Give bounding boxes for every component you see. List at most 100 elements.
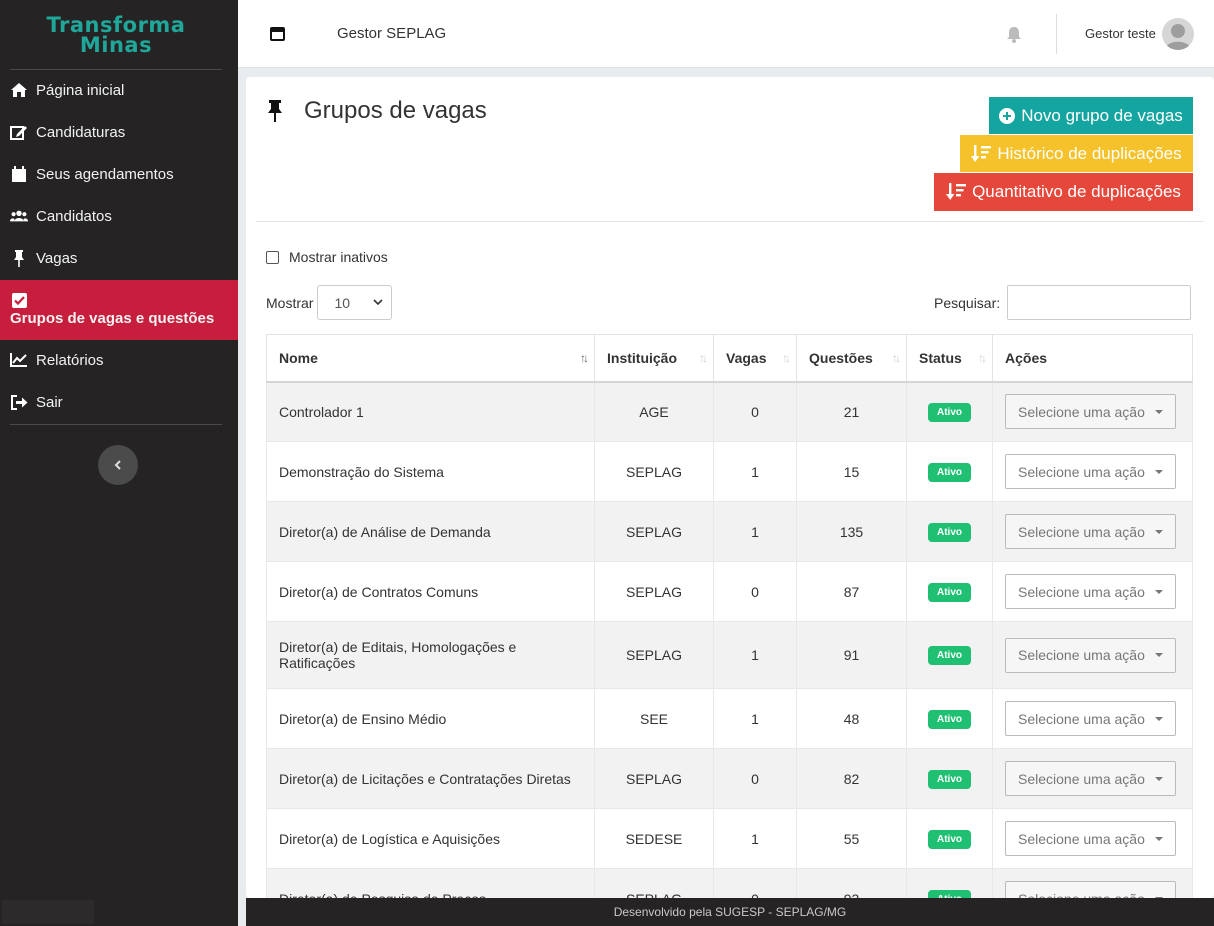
action-select-label: Selecione uma ação	[1018, 523, 1145, 540]
sidebar-item-relatorios[interactable]: Relatórios	[0, 340, 238, 382]
groups-table: Nome ↑↓ Instituição ↑↓ Vagas ↑↓ Questões ↑↓ …	[266, 334, 1193, 898]
cell-acoes: Selecione uma ação	[992, 501, 1193, 562]
action-select[interactable]: Selecione uma ação	[1005, 514, 1176, 549]
logo[interactable]: Transforma Minas	[10, 0, 222, 70]
cell-instituicao: SEPLAG	[594, 868, 714, 898]
users-icon	[10, 207, 28, 225]
page-title: Grupos de vagas	[266, 97, 487, 125]
cell-vagas: 1	[713, 808, 797, 869]
sidebar-item-sair[interactable]: Sair	[0, 382, 238, 424]
search-input[interactable]	[1007, 285, 1192, 320]
sidebar-item-pagina-inicial[interactable]: Página inicial	[0, 70, 238, 112]
thumbtack-icon	[10, 249, 28, 267]
topbar: Gestor SEPLAG Gestor teste	[238, 0, 1214, 68]
sidebar-item-candidatos[interactable]: Candidatos	[0, 196, 238, 238]
cell-vagas: 1	[713, 441, 797, 502]
footer-text: Desenvolvido pela SUGESP - SEPLAG/MG	[613, 905, 847, 919]
history-button[interactable]: Histórico de duplicações	[960, 135, 1193, 172]
cell-nome: Diretor(a) de Logística e Aquisições	[266, 808, 595, 869]
action-select-label: Selecione uma ação	[1018, 403, 1145, 420]
column-header-instituicao[interactable]: Instituição ↑↓	[594, 334, 714, 383]
action-select[interactable]: Selecione uma ação	[1005, 574, 1176, 609]
sidebar-item-seus-agendamentos[interactable]: Seus agendamentos	[0, 154, 238, 196]
cell-nome-text: Diretor(a) de Pesquisa de Preços	[279, 891, 486, 899]
cell-status: Ativo	[906, 381, 993, 442]
search-control: Pesquisar:	[934, 285, 1192, 320]
cell-acoes: Selecione uma ação	[992, 868, 1193, 898]
thumbtack-icon	[266, 100, 284, 122]
cell-acoes: Selecione uma ação	[992, 561, 1193, 622]
sidebar-divider	[10, 424, 222, 425]
user-name[interactable]: Gestor teste	[1085, 26, 1156, 41]
table-header-row: Nome ↑↓ Instituição ↑↓ Vagas ↑↓ Questões ↑↓ …	[266, 334, 1193, 383]
cell-questoes: 15	[796, 441, 907, 502]
sidebar-item-label: Seus agendamentos	[36, 166, 174, 183]
sidebar-bottom-block	[2, 900, 94, 924]
plus-circle-icon	[999, 107, 1016, 124]
caret-down-icon	[1155, 653, 1163, 657]
cell-status: Ativo	[906, 621, 993, 689]
cell-acoes: Selecione uma ação	[992, 381, 1193, 442]
page-length-select[interactable]: 10	[317, 285, 393, 320]
action-select[interactable]: Selecione uma ação	[1005, 637, 1176, 673]
brand-title: Gestor SEPLAG	[337, 25, 447, 42]
column-header-acoes: Ações	[992, 334, 1193, 383]
cell-status: Ativo	[906, 808, 993, 869]
sidebar-item-grupos-de-vagas[interactable]: Grupos de vagas e questões	[0, 280, 238, 340]
sidebar-item-candidaturas[interactable]: Candidaturas	[0, 112, 238, 154]
status-badge: Ativo	[928, 709, 971, 729]
sort-icon: ↑↓	[699, 351, 708, 365]
avatar[interactable]	[1162, 18, 1194, 50]
cell-acoes: Selecione uma ação	[992, 688, 1193, 749]
sort-icon: ↑↓	[978, 351, 987, 365]
sidebar-collapse-button[interactable]	[98, 445, 138, 485]
cell-nome: Controlador 1	[266, 381, 595, 442]
action-select[interactable]: Selecione uma ação	[1005, 761, 1176, 796]
action-select[interactable]: Selecione uma ação	[1005, 454, 1176, 489]
status-badge: Ativo	[928, 889, 971, 898]
cell-instituicao: AGE	[594, 381, 714, 442]
main-card: Grupos de vagas Novo grupo de vagas Hist…	[246, 77, 1214, 898]
sidebar-item-label: Candidaturas	[36, 124, 126, 141]
column-header-nome[interactable]: Nome ↑↓	[266, 334, 595, 383]
column-header-status[interactable]: Status ↑↓	[906, 334, 993, 383]
sort-icon: ↑↓	[782, 351, 791, 365]
sort-icon: ↑↓	[892, 351, 901, 365]
action-select-label: Selecione uma ação	[1018, 647, 1145, 663]
cell-instituicao: SEPLAG	[594, 501, 714, 562]
chevron-left-icon	[114, 460, 121, 470]
new-group-label: Novo grupo de vagas	[1021, 105, 1183, 125]
page-length-label: Mostrar	[266, 294, 314, 311]
window-icon	[270, 27, 285, 41]
menu-toggle-button[interactable]	[270, 27, 285, 41]
chevron-down-icon	[373, 299, 384, 306]
sidebar: Transforma Minas Página inicial Candidat…	[0, 0, 238, 926]
cell-questoes: 87	[796, 561, 907, 622]
sidebar-item-vagas[interactable]: Vagas	[0, 238, 238, 280]
column-header-questoes[interactable]: Questões ↑↓	[796, 334, 907, 383]
action-select-label: Selecione uma ação	[1018, 770, 1145, 787]
show-inactive-toggle[interactable]: Mostrar inativos	[266, 249, 388, 265]
cell-nome-text: Diretor(a) de Análise de Demanda	[279, 523, 491, 540]
topbar-divider	[1056, 14, 1057, 54]
status-badge: Ativo	[928, 646, 971, 665]
caret-down-icon	[1155, 776, 1163, 781]
quantity-button[interactable]: Quantitativo de duplicações	[934, 173, 1193, 211]
search-label: Pesquisar:	[934, 294, 1001, 311]
quantity-label: Quantitativo de duplicações	[972, 182, 1181, 201]
new-group-button[interactable]: Novo grupo de vagas	[989, 97, 1193, 134]
column-header-label: Ações	[1005, 349, 1048, 366]
status-badge: Ativo	[928, 829, 971, 849]
notifications-button[interactable]	[1006, 26, 1022, 43]
show-inactive-checkbox[interactable]	[266, 250, 279, 264]
action-select[interactable]: Selecione uma ação	[1005, 821, 1176, 856]
sidebar-item-label: Grupos de vagas e questões	[10, 310, 215, 327]
cell-instituicao: SEPLAG	[594, 441, 714, 502]
table-row: Diretor(a) de Pesquisa de Preços SEPLAG09…	[266, 868, 1193, 899]
action-select[interactable]: Selecione uma ação	[1005, 394, 1176, 430]
sidebar-item-label: Página inicial	[36, 82, 125, 99]
cell-acoes: Selecione uma ação	[992, 621, 1193, 689]
action-select[interactable]: Selecione uma ação	[1005, 701, 1176, 736]
action-select[interactable]: Selecione uma ação	[1005, 881, 1176, 898]
column-header-vagas[interactable]: Vagas ↑↓	[713, 334, 797, 383]
